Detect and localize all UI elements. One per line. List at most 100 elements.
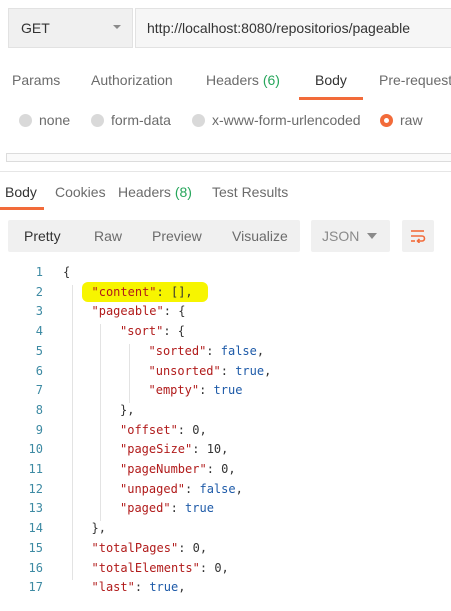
view-visualize-button[interactable]: Visualize xyxy=(232,228,288,244)
section-divider xyxy=(0,171,451,172)
tab-response-headers-label: Headers xyxy=(118,184,171,200)
tab-headers-label: Headers xyxy=(206,72,259,88)
tab-pre-request[interactable]: Pre-request xyxy=(379,72,451,88)
code-punctuation: : xyxy=(170,501,186,516)
line-number: 15 xyxy=(28,540,43,555)
line-number: 16 xyxy=(28,560,43,575)
line-number: 13 xyxy=(28,501,43,516)
json-key: "totalElements" xyxy=(91,560,200,575)
radio-none[interactable]: none xyxy=(19,112,70,128)
radio-none-label: none xyxy=(39,112,71,128)
radio-form-data[interactable]: form-data xyxy=(91,112,171,128)
line-number: 10 xyxy=(28,442,43,457)
code-punctuation: : xyxy=(220,363,236,378)
tab-params[interactable]: Params xyxy=(12,72,60,88)
code-line: 5 "sorted": false, xyxy=(0,342,451,362)
line-number: 1 xyxy=(35,265,43,279)
json-boolean: true xyxy=(149,580,179,595)
view-raw-button[interactable]: Raw xyxy=(94,228,122,244)
tab-body[interactable]: Body xyxy=(315,72,347,88)
line-number: 17 xyxy=(28,580,43,595)
radio-icon xyxy=(19,113,32,127)
code-text: }, xyxy=(120,403,134,417)
json-boolean: true xyxy=(213,383,243,398)
code-punctuation: }, xyxy=(91,521,106,536)
tab-response-body[interactable]: Body xyxy=(5,184,37,200)
json-boolean: false xyxy=(220,343,257,358)
code-text: "offset": 0, xyxy=(120,423,207,437)
tab-body-label: Body xyxy=(315,72,347,88)
tab-test-results[interactable]: Test Results xyxy=(212,184,288,200)
code-punctuation: , xyxy=(256,343,265,358)
line-number: 4 xyxy=(35,324,43,339)
request-tabs: Params Authorization Headers (6) Body Pr… xyxy=(0,64,451,100)
line-number: 8 xyxy=(35,402,43,417)
code-punctuation: : xyxy=(134,580,150,595)
json-key: "empty" xyxy=(148,383,200,398)
tab-cookies[interactable]: Cookies xyxy=(55,184,106,200)
code-text: "unpaged": false, xyxy=(120,482,243,496)
code-line: 10 "pageSize": 10, xyxy=(0,440,451,460)
wrap-lines-button[interactable] xyxy=(402,220,434,252)
code-punctuation: }, xyxy=(120,402,135,417)
method-select[interactable]: GET xyxy=(8,8,133,48)
code-punctuation: , xyxy=(235,481,243,496)
active-tab-indicator xyxy=(299,97,363,100)
json-value: : { xyxy=(163,304,186,319)
code-text: "content": [], xyxy=(92,285,193,299)
indent-guide xyxy=(100,324,101,522)
json-value: : 10, xyxy=(192,442,229,457)
json-key: "pageNumber" xyxy=(120,462,207,476)
code-punctuation: : xyxy=(185,481,200,496)
code-text: "pageNumber": 0, xyxy=(120,462,236,476)
request-body-editor[interactable] xyxy=(6,153,451,162)
code-punctuation: : xyxy=(199,383,214,398)
json-key: "sorted" xyxy=(148,343,207,358)
code-text: "totalElements": 0, xyxy=(92,561,229,575)
tab-response-headers[interactable]: Headers (8) xyxy=(118,184,192,200)
indent-guide xyxy=(129,343,130,403)
code-text: "unsorted": true, xyxy=(149,364,272,378)
code-line: 3 "pageable": { xyxy=(0,302,451,322)
tab-cookies-label: Cookies xyxy=(55,184,106,200)
code-text: "empty": true xyxy=(149,383,243,397)
code-line: 8}, xyxy=(0,401,451,421)
line-number: 11 xyxy=(28,462,43,476)
json-boolean: false xyxy=(199,481,236,496)
json-key: "offset" xyxy=(120,422,178,437)
body-type-options: none form-data x-www-form-urlencoded raw xyxy=(0,108,451,134)
code-text: "pageable": { xyxy=(92,304,186,318)
url-input[interactable]: http://localhost:8080/repositorios/pagea… xyxy=(135,8,451,48)
line-number: 5 xyxy=(35,343,43,358)
format-label: JSON xyxy=(322,228,360,244)
line-number: 9 xyxy=(35,422,43,437)
radio-selected-icon xyxy=(380,113,393,127)
line-number: 2 xyxy=(35,284,43,299)
code-text: }, xyxy=(92,521,106,535)
json-key: "pageable" xyxy=(91,304,164,319)
json-key: "totalPages" xyxy=(91,540,179,555)
json-key: "paged" xyxy=(120,501,171,516)
tab-response-headers-count: (8) xyxy=(174,184,192,200)
json-key: "unsorted" xyxy=(148,363,221,378)
indent-guide xyxy=(72,284,73,581)
json-key: "content" xyxy=(91,284,157,299)
code-line: 2 "content": [], xyxy=(0,283,451,303)
radio-raw[interactable]: raw xyxy=(380,112,423,128)
json-boolean: true xyxy=(235,363,265,378)
radio-icon xyxy=(192,113,205,127)
response-code-viewer[interactable]: 1{2 "content": [], 3 "pageable": {4 "sort": … xyxy=(0,263,451,611)
active-response-tab-indicator xyxy=(0,207,44,210)
code-text: "last": true, xyxy=(92,580,186,594)
chevron-down-icon xyxy=(113,25,121,29)
radio-icon xyxy=(91,113,104,127)
radio-form-data-label: form-data xyxy=(111,112,171,128)
view-preview-button[interactable]: Preview xyxy=(152,228,202,244)
tab-authorization[interactable]: Authorization xyxy=(91,72,173,88)
json-key: "sort" xyxy=(120,324,164,339)
code-text: "pageSize": 10, xyxy=(120,442,228,456)
view-pretty-button[interactable]: Pretty xyxy=(24,228,61,244)
radio-x-www-form-urlencoded[interactable]: x-www-form-urlencoded xyxy=(192,112,361,128)
tab-headers[interactable]: Headers (6) xyxy=(206,72,280,88)
format-select[interactable]: JSON xyxy=(311,220,390,252)
